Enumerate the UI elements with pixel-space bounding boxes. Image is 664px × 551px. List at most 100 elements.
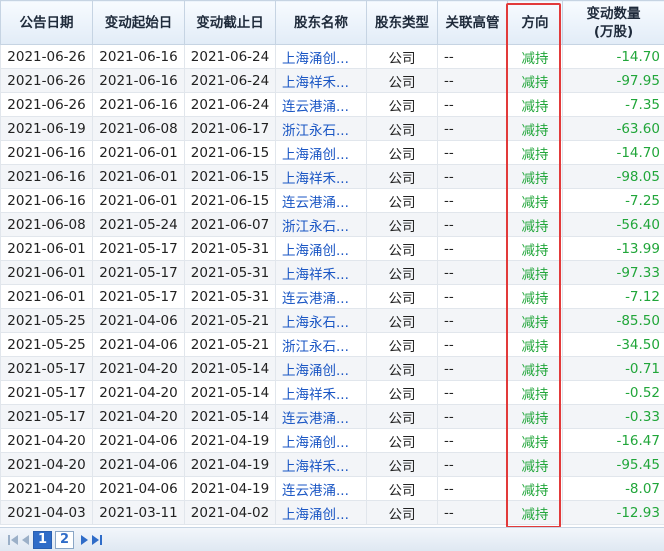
cell-holder-name-link[interactable]: 连云港涌... bbox=[275, 92, 367, 117]
cell-direction: 减持 bbox=[507, 404, 563, 429]
table-row: 2021-06-01 2021-05-17 2021-05-31 连云港涌... 公司 -… bbox=[0, 284, 664, 309]
header-direction[interactable]: 方向 bbox=[507, 0, 563, 45]
header-start-date[interactable]: 变动起始日 bbox=[92, 0, 185, 45]
cell-direction: 减持 bbox=[507, 308, 563, 333]
cell-end-date: 2021-04-19 bbox=[184, 428, 276, 453]
cell-holder-name-link[interactable]: 上海永石... bbox=[275, 308, 367, 333]
cell-announce-date: 2021-06-01 bbox=[0, 260, 93, 285]
header-holder-name[interactable]: 股东名称 bbox=[275, 0, 367, 45]
cell-change-amount: -7.25 bbox=[562, 188, 664, 213]
cell-holder-name-link[interactable]: 连云港涌... bbox=[275, 188, 367, 213]
cell-start-date: 2021-04-20 bbox=[92, 404, 185, 429]
next-page-icon[interactable] bbox=[81, 531, 89, 549]
header-change-amount-label: 变动数量 bbox=[586, 5, 641, 22]
cell-holder-type: 公司 bbox=[366, 428, 438, 453]
cell-holder-name-link[interactable]: 上海祥禾... bbox=[275, 260, 367, 285]
cell-holder-type: 公司 bbox=[366, 380, 438, 405]
cell-holder-name-link[interactable]: 浙江永石... bbox=[275, 212, 367, 237]
cell-related-exec: -- bbox=[437, 404, 508, 429]
cell-holder-name-link[interactable]: 浙江永石... bbox=[275, 116, 367, 141]
cell-holder-name-link[interactable]: 上海祥禾... bbox=[275, 452, 367, 477]
cell-holder-name-link[interactable]: 上海涌创... bbox=[275, 500, 367, 525]
cell-holder-type: 公司 bbox=[366, 332, 438, 357]
cell-holder-name-link[interactable]: 连云港涌... bbox=[275, 284, 367, 309]
cell-change-amount: -85.50 bbox=[562, 308, 664, 333]
table-row: 2021-06-16 2021-06-01 2021-06-15 上海涌创... 公司 -… bbox=[0, 140, 664, 165]
first-page-icon[interactable] bbox=[8, 531, 18, 549]
cell-start-date: 2021-04-06 bbox=[92, 476, 185, 501]
table-row: 2021-05-17 2021-04-20 2021-05-14 连云港涌... 公司 -… bbox=[0, 404, 664, 429]
cell-holder-name-link[interactable]: 上海涌创... bbox=[275, 356, 367, 381]
cell-end-date: 2021-05-31 bbox=[184, 236, 276, 261]
table-row: 2021-04-20 2021-04-06 2021-04-19 连云港涌... 公司 -… bbox=[0, 476, 664, 501]
cell-end-date: 2021-05-14 bbox=[184, 356, 276, 381]
cell-direction: 减持 bbox=[507, 68, 563, 93]
cell-direction: 减持 bbox=[507, 452, 563, 477]
cell-related-exec: -- bbox=[437, 116, 508, 141]
table-header: 公告日期 变动起始日 变动截止日 股东名称 股东类型 关联高管 方向 变动数量 … bbox=[0, 0, 664, 45]
cell-announce-date: 2021-06-01 bbox=[0, 284, 93, 309]
table-row: 2021-04-20 2021-04-06 2021-04-19 上海涌创... 公司 -… bbox=[0, 428, 664, 453]
cell-related-exec: -- bbox=[437, 500, 508, 525]
cell-holder-name-link[interactable]: 上海祥禾... bbox=[275, 68, 367, 93]
cell-start-date: 2021-04-06 bbox=[92, 332, 185, 357]
cell-end-date: 2021-04-19 bbox=[184, 452, 276, 477]
page-2-button[interactable]: 2 bbox=[55, 530, 75, 549]
cell-related-exec: -- bbox=[437, 212, 508, 237]
header-end-date[interactable]: 变动截止日 bbox=[184, 0, 276, 45]
cell-announce-date: 2021-06-26 bbox=[0, 68, 93, 93]
cell-holder-name-link[interactable]: 上海涌创... bbox=[275, 140, 367, 165]
cell-related-exec: -- bbox=[437, 284, 508, 309]
cell-start-date: 2021-06-16 bbox=[92, 92, 185, 117]
cell-direction: 减持 bbox=[507, 236, 563, 261]
cell-related-exec: -- bbox=[437, 452, 508, 477]
cell-change-amount: -7.12 bbox=[562, 284, 664, 309]
cell-change-amount: -14.70 bbox=[562, 44, 664, 69]
cell-announce-date: 2021-04-20 bbox=[0, 476, 93, 501]
cell-holder-name-link[interactable]: 上海涌创... bbox=[275, 428, 367, 453]
cell-holder-name-link[interactable]: 上海涌创... bbox=[275, 44, 367, 69]
table-row: 2021-06-16 2021-06-01 2021-06-15 上海祥禾... 公司 -… bbox=[0, 164, 664, 189]
cell-related-exec: -- bbox=[437, 332, 508, 357]
cell-end-date: 2021-05-31 bbox=[184, 260, 276, 285]
cell-change-amount: -56.40 bbox=[562, 212, 664, 237]
header-related-exec[interactable]: 关联高管 bbox=[437, 0, 508, 45]
table-row: 2021-06-08 2021-05-24 2021-06-07 浙江永石... 公司 -… bbox=[0, 212, 664, 237]
header-change-amount[interactable]: 变动数量 (万股) bbox=[562, 0, 664, 45]
cell-change-amount: -14.70 bbox=[562, 140, 664, 165]
cell-holder-name-link[interactable]: 连云港涌... bbox=[275, 404, 367, 429]
header-holder-type[interactable]: 股东类型 bbox=[366, 0, 438, 45]
cell-start-date: 2021-06-16 bbox=[92, 44, 185, 69]
cell-change-amount: -13.99 bbox=[562, 236, 664, 261]
table-row: 2021-05-17 2021-04-20 2021-05-14 上海涌创... 公司 -… bbox=[0, 356, 664, 381]
table-row: 2021-06-26 2021-06-16 2021-06-24 上海涌创... 公司 -… bbox=[0, 44, 664, 69]
cell-announce-date: 2021-04-03 bbox=[0, 500, 93, 525]
cell-end-date: 2021-05-14 bbox=[184, 380, 276, 405]
table-row: 2021-06-26 2021-06-16 2021-06-24 连云港涌... 公司 -… bbox=[0, 92, 664, 117]
cell-holder-type: 公司 bbox=[366, 212, 438, 237]
table-row: 2021-06-16 2021-06-01 2021-06-15 连云港涌... 公司 -… bbox=[0, 188, 664, 213]
cell-holder-type: 公司 bbox=[366, 404, 438, 429]
cell-end-date: 2021-05-21 bbox=[184, 308, 276, 333]
cell-holder-type: 公司 bbox=[366, 140, 438, 165]
table-row: 2021-06-01 2021-05-17 2021-05-31 上海涌创... 公司 -… bbox=[0, 236, 664, 261]
last-page-icon[interactable] bbox=[92, 531, 103, 549]
cell-holder-name-link[interactable]: 上海祥禾... bbox=[275, 164, 367, 189]
cell-holder-name-link[interactable]: 上海祥禾... bbox=[275, 380, 367, 405]
cell-end-date: 2021-05-21 bbox=[184, 332, 276, 357]
cell-holder-type: 公司 bbox=[366, 452, 438, 477]
cell-start-date: 2021-05-24 bbox=[92, 212, 185, 237]
cell-direction: 减持 bbox=[507, 284, 563, 309]
cell-announce-date: 2021-06-08 bbox=[0, 212, 93, 237]
cell-holder-name-link[interactable]: 连云港涌... bbox=[275, 476, 367, 501]
cell-direction: 减持 bbox=[507, 212, 563, 237]
header-announce-date[interactable]: 公告日期 bbox=[0, 0, 93, 45]
cell-end-date: 2021-06-15 bbox=[184, 164, 276, 189]
cell-announce-date: 2021-04-20 bbox=[0, 452, 93, 477]
cell-direction: 减持 bbox=[507, 188, 563, 213]
page-1-button[interactable]: 1 bbox=[33, 530, 53, 549]
cell-end-date: 2021-04-19 bbox=[184, 476, 276, 501]
cell-holder-name-link[interactable]: 浙江永石... bbox=[275, 332, 367, 357]
cell-holder-name-link[interactable]: 上海涌创... bbox=[275, 236, 367, 261]
prev-page-icon[interactable] bbox=[22, 531, 29, 549]
